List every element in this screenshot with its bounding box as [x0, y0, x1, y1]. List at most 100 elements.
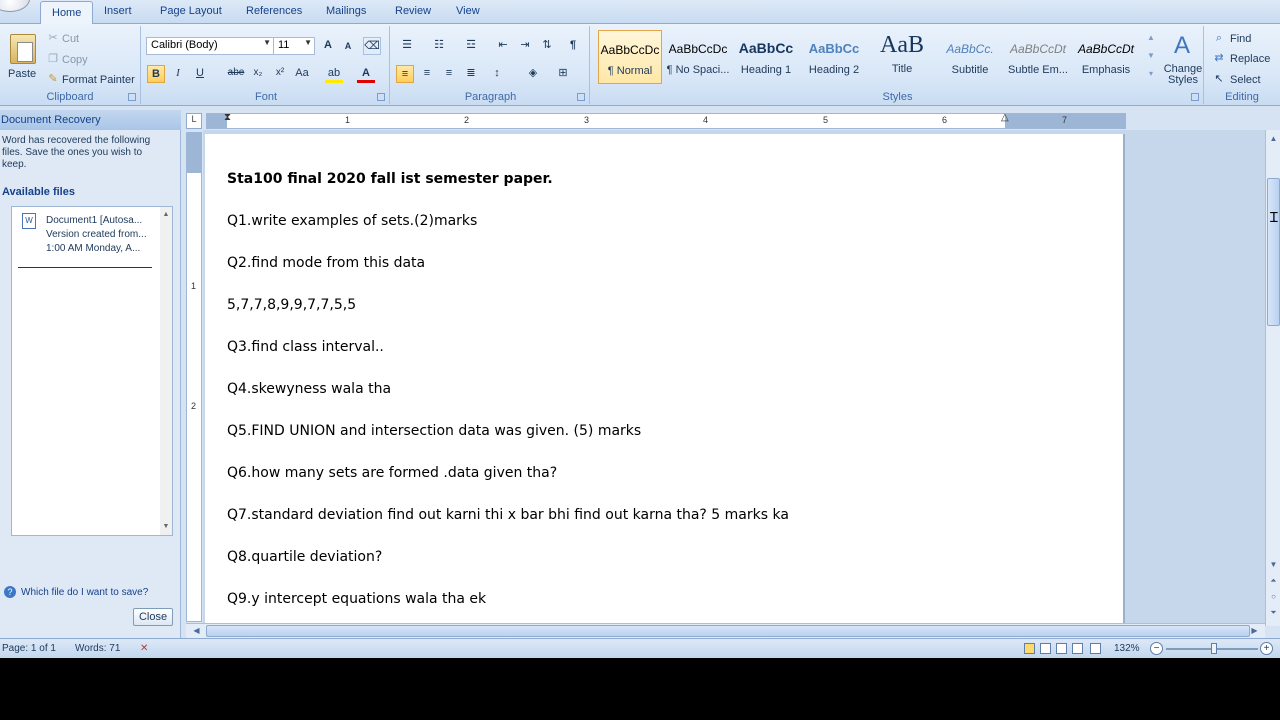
- office-button[interactable]: [0, 0, 30, 12]
- style-subtitle[interactable]: AaBbCc. Subtitle: [938, 30, 1002, 84]
- style-normal[interactable]: AaBbCcDc ¶ Normal: [598, 30, 662, 84]
- justify-icon[interactable]: ≣: [462, 65, 480, 83]
- web-layout-icon[interactable]: [1056, 643, 1067, 654]
- font-color-icon[interactable]: A: [357, 65, 375, 83]
- ruler-number: 1: [191, 281, 197, 291]
- recovered-file-item[interactable]: W Document1 [Autosa... Version created f…: [18, 211, 158, 271]
- which-file-help-link[interactable]: ? Which file do I want to save?: [4, 586, 148, 598]
- indent-marker-icon[interactable]: ⧗: [224, 112, 231, 123]
- dialog-launcher-icon[interactable]: [128, 93, 136, 101]
- strikethrough-button[interactable]: abe: [227, 65, 245, 83]
- styles-more-icon[interactable]: ▾: [1142, 66, 1160, 84]
- ruler-number: 6: [942, 115, 948, 125]
- highlighter-icon[interactable]: ab: [325, 65, 343, 83]
- select-button[interactable]: Select: [1230, 74, 1261, 86]
- sort-icon[interactable]: ⇅: [538, 37, 556, 55]
- print-layout-view-icon[interactable]: [1024, 643, 1035, 654]
- scroll-down-icon[interactable]: ▼: [157, 519, 175, 537]
- full-screen-reading-icon[interactable]: [1040, 643, 1051, 654]
- show-marks-button[interactable]: ¶: [564, 37, 582, 55]
- zoom-level[interactable]: 132%: [1114, 643, 1140, 654]
- tab-insert[interactable]: Insert: [104, 5, 132, 17]
- tab-mailings[interactable]: Mailings: [326, 5, 366, 17]
- style-heading-2[interactable]: AaBbCc Heading 2: [802, 30, 866, 84]
- paste-button[interactable]: Paste: [2, 28, 40, 86]
- vertical-ruler[interactable]: 1 2: [186, 132, 202, 622]
- page-count[interactable]: Page: 1 of 1: [2, 643, 56, 654]
- increase-indent-icon[interactable]: ⇥: [516, 37, 534, 55]
- style-sample: AaBbCcDt: [1009, 42, 1067, 56]
- doc-line: Q5.FIND UNION and intersection data was …: [227, 423, 642, 439]
- dialog-launcher-icon[interactable]: [577, 93, 585, 101]
- dialog-launcher-icon[interactable]: [1191, 93, 1199, 101]
- clear-formatting-icon[interactable]: ⌫: [363, 37, 381, 55]
- draft-view-icon[interactable]: [1090, 643, 1101, 654]
- cut-button[interactable]: Cut: [62, 33, 79, 45]
- zoom-in-icon[interactable]: +: [1260, 642, 1273, 655]
- grow-font-button[interactable]: A: [319, 37, 337, 55]
- font-name-combo[interactable]: Calibri (Body) ▼: [146, 37, 274, 55]
- align-center-icon[interactable]: ≡: [418, 65, 436, 83]
- scroll-thumb[interactable]: [206, 625, 1250, 637]
- tab-home[interactable]: Home: [40, 1, 94, 25]
- bullets-icon[interactable]: ☰: [398, 37, 416, 55]
- tab-selector[interactable]: L: [186, 113, 202, 129]
- horizontal-scrollbar[interactable]: ◀ ▶: [186, 623, 1265, 638]
- style-heading-1[interactable]: AaBbCc Heading 1: [734, 30, 798, 84]
- style-no-spacing[interactable]: AaBbCcDc ¶ No Spaci...: [666, 30, 730, 84]
- zoom-slider-handle[interactable]: [1211, 643, 1217, 654]
- bold-button[interactable]: B: [147, 65, 165, 83]
- align-left-icon[interactable]: ≡: [396, 65, 414, 83]
- italic-button[interactable]: I: [169, 65, 187, 83]
- replace-button[interactable]: Replace: [1230, 53, 1270, 65]
- borders-icon[interactable]: ⊞: [554, 65, 572, 83]
- vertical-scrollbar[interactable]: ▲ ▼ ⏶ ○ ⏷: [1265, 130, 1280, 626]
- line-spacing-icon[interactable]: ↕: [488, 65, 506, 83]
- outline-view-icon[interactable]: [1072, 643, 1083, 654]
- decrease-indent-icon[interactable]: ⇤: [494, 37, 512, 55]
- clipboard-group: Paste ✂ Cut ❐ Copy ✎ Format Painter Clip…: [0, 26, 141, 104]
- styles-scroll-up-icon[interactable]: ▲: [1142, 30, 1160, 48]
- style-title[interactable]: AaB Title: [870, 30, 934, 84]
- shrink-font-button[interactable]: A: [339, 38, 357, 56]
- superscript-button[interactable]: x²: [271, 65, 289, 83]
- change-case-button[interactable]: Aa: [293, 65, 311, 83]
- find-button[interactable]: Find: [1230, 33, 1251, 45]
- zoom-out-icon[interactable]: −: [1150, 642, 1163, 655]
- tab-references[interactable]: References: [246, 5, 302, 17]
- styles-scroll-down-icon[interactable]: ▼: [1142, 48, 1160, 66]
- tab-view[interactable]: View: [456, 5, 480, 17]
- copy-button[interactable]: Copy: [62, 54, 88, 66]
- tab-page-layout[interactable]: Page Layout: [160, 5, 222, 17]
- scroll-up-icon[interactable]: ▲: [1267, 132, 1280, 146]
- select-browse-object-icon[interactable]: ○: [1267, 590, 1280, 604]
- scroll-right-icon[interactable]: ▶: [1248, 624, 1261, 638]
- right-indent-icon[interactable]: △: [1001, 112, 1009, 123]
- recovery-list-scrollbar[interactable]: ▲ ▼: [160, 207, 172, 535]
- scroll-down-icon[interactable]: ▼: [1267, 558, 1280, 572]
- shading-icon[interactable]: ◈: [524, 65, 542, 83]
- horizontal-ruler[interactable]: 1 2 3 4 5 6 7 ⧗ △: [206, 112, 1126, 129]
- close-button[interactable]: Close: [133, 608, 173, 626]
- align-right-icon[interactable]: ≡: [440, 65, 458, 83]
- numbering-icon[interactable]: ☷: [430, 37, 448, 55]
- tab-review[interactable]: Review: [395, 5, 431, 17]
- previous-page-icon[interactable]: ⏶: [1267, 574, 1280, 588]
- style-emphasis[interactable]: AaBbCcDt Emphasis: [1074, 30, 1138, 84]
- change-styles-button[interactable]: A Change Styles: [1160, 28, 1204, 88]
- word-count[interactable]: Words: 71: [75, 643, 120, 654]
- style-subtle-emphasis[interactable]: AaBbCcDt Subtle Em...: [1006, 30, 1070, 84]
- style-name: ¶ No Spaci...: [666, 64, 730, 76]
- next-page-icon[interactable]: ⏷: [1267, 606, 1280, 620]
- multilevel-list-icon[interactable]: ☲: [462, 37, 480, 55]
- underline-button[interactable]: U: [191, 65, 209, 83]
- scroll-up-icon[interactable]: ▲: [157, 207, 175, 225]
- subscript-button[interactable]: x₂: [249, 65, 267, 83]
- document-page[interactable]: Sta100 final 2020 fall ist semester pape…: [205, 134, 1125, 623]
- scroll-thumb[interactable]: [1267, 178, 1280, 326]
- scroll-left-icon[interactable]: ◀: [190, 624, 203, 638]
- font-size-combo[interactable]: 11 ▼: [273, 37, 315, 55]
- dialog-launcher-icon[interactable]: [377, 93, 385, 101]
- format-painter-button[interactable]: Format Painter: [62, 74, 135, 86]
- proofing-icon[interactable]: ✕: [140, 643, 148, 654]
